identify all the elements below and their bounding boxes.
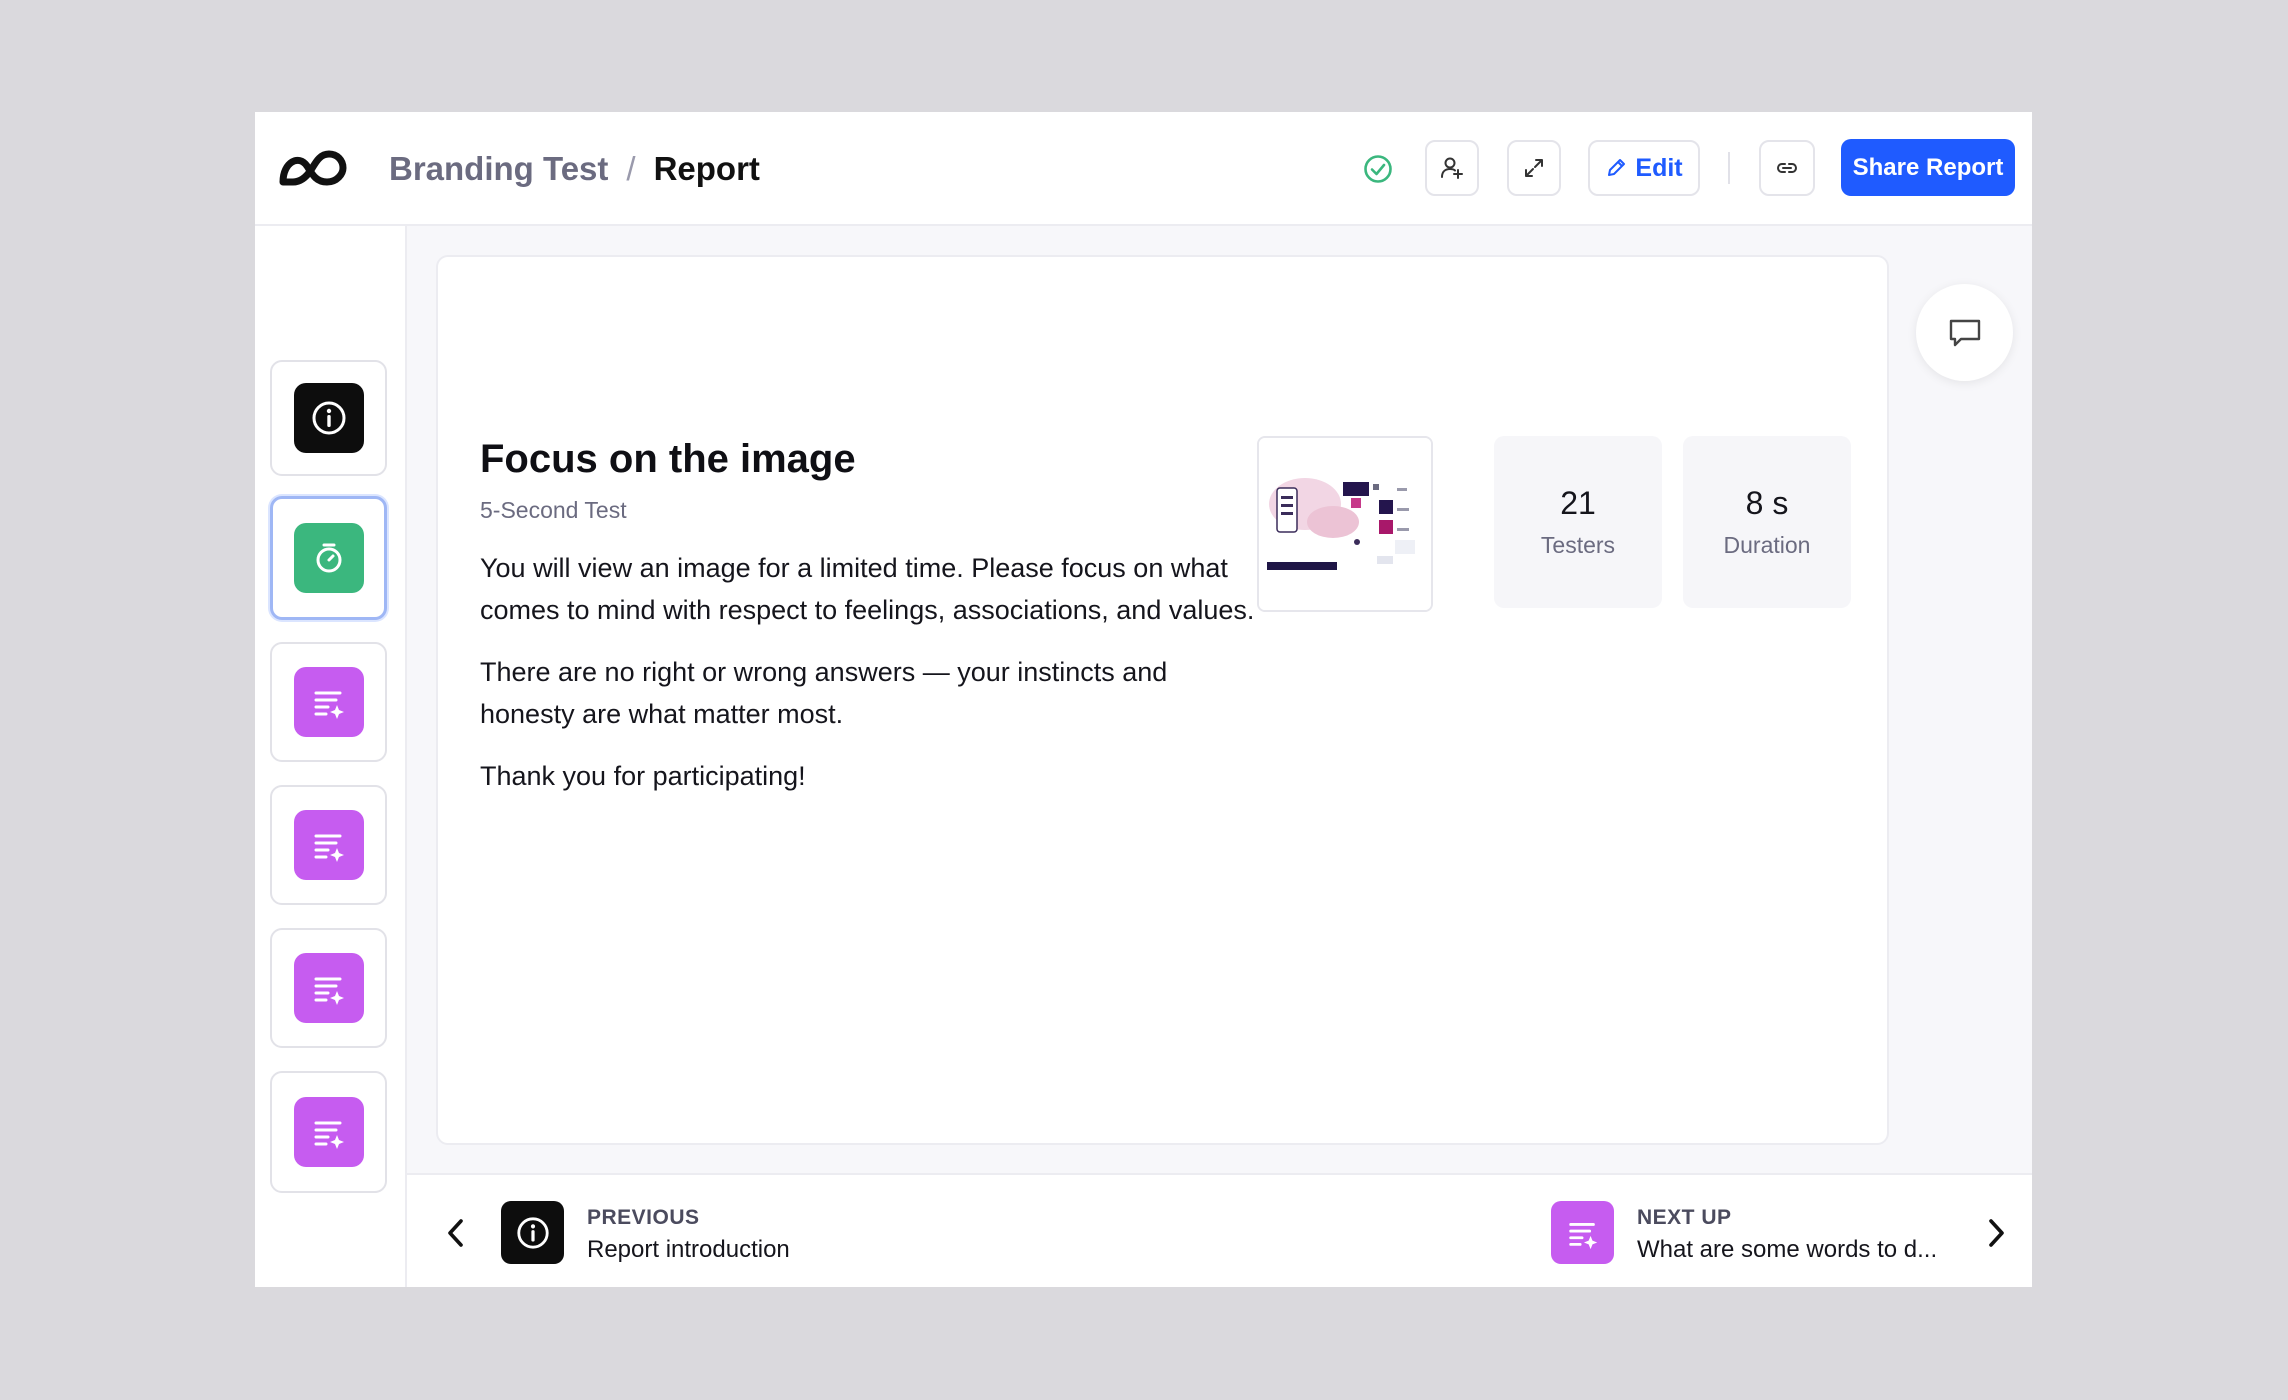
- link-icon: [1776, 163, 1798, 173]
- header-divider: [1728, 152, 1730, 184]
- app-window: Branding Test / Report Edit Share Report…: [255, 112, 2032, 1287]
- header: Branding Test / Report Edit Share Report: [255, 112, 2032, 226]
- stat-value: 21: [1560, 485, 1596, 521]
- text-question-icon: [314, 691, 344, 719]
- block-description: You will view an image for a limited tim…: [480, 547, 1260, 817]
- text-question-icon: [314, 834, 344, 862]
- breadcrumb-parent[interactable]: Branding Test: [389, 150, 608, 188]
- next-block-tile[interactable]: [1551, 1201, 1614, 1264]
- rail-item-question-4[interactable]: [270, 1071, 387, 1193]
- breadcrumb: Branding Test / Report: [389, 145, 760, 193]
- stat-label: Testers: [1540, 532, 1616, 558]
- thumbnail-image: [1259, 438, 1431, 610]
- rail-item-question-1[interactable]: [270, 642, 387, 762]
- breadcrumb-separator: /: [626, 150, 636, 187]
- rail-tile: [293, 523, 364, 593]
- next-block-title[interactable]: What are some words to d...: [1637, 1236, 1937, 1264]
- block-type: 5-Second Test: [480, 497, 627, 523]
- share-report-button[interactable]: Share Report: [1841, 139, 2015, 196]
- logo-icon[interactable]: [277, 146, 349, 190]
- chevron-left-icon[interactable]: [442, 1217, 470, 1249]
- comment-button[interactable]: [1916, 284, 2013, 381]
- rail-tile: [293, 1097, 364, 1167]
- stat-testers: 21 Testers: [1494, 436, 1662, 608]
- description-paragraph: There are no right or wrong answers — yo…: [480, 657, 1168, 729]
- text-question-icon: [1568, 1222, 1597, 1249]
- add-user-button[interactable]: [1425, 140, 1479, 196]
- previous-block-title[interactable]: Report introduction: [587, 1236, 790, 1264]
- block-title: Focus on the image: [480, 437, 856, 481]
- comment-icon: [1949, 319, 1980, 346]
- timer-icon: [316, 543, 341, 573]
- text-question-icon: [314, 977, 344, 1005]
- next-label: NEXT UP: [1637, 1206, 1732, 1229]
- edit-label: Edit: [1635, 153, 1683, 182]
- chevron-right-icon[interactable]: [1982, 1217, 2010, 1249]
- edit-button[interactable]: Edit: [1588, 140, 1700, 196]
- rail-tile: [293, 953, 364, 1023]
- text-question-icon: [314, 1121, 344, 1149]
- user-plus-icon: [1441, 157, 1463, 179]
- expand-icon: [1525, 159, 1543, 177]
- block-card: Focus on the image 5-Second Test You wil…: [436, 255, 1889, 1145]
- stat-label: Duration: [1723, 532, 1811, 558]
- rail-item-five-second-test[interactable]: [270, 496, 387, 620]
- previous-block-tile[interactable]: [501, 1201, 564, 1264]
- expand-button[interactable]: [1507, 140, 1561, 196]
- block-rail: [255, 226, 407, 1287]
- rail-item-question-3[interactable]: [270, 928, 387, 1048]
- description-paragraph: Thank you for participating!: [480, 761, 806, 791]
- stat-duration: 8 s Duration: [1683, 436, 1851, 608]
- rail-tile: [293, 810, 364, 880]
- rail-tile: [293, 383, 364, 453]
- breadcrumb-current: Report: [653, 150, 760, 187]
- rail-tile: [293, 667, 364, 737]
- test-image-thumbnail[interactable]: [1257, 436, 1433, 612]
- footer-navigation: PREVIOUS Report introduction NEXT UP Wha…: [407, 1173, 2032, 1287]
- info-icon: [516, 1216, 549, 1249]
- previous-label: PREVIOUS: [587, 1206, 700, 1229]
- rail-item-question-2[interactable]: [270, 785, 387, 905]
- stat-value: 8 s: [1745, 485, 1789, 521]
- pencil-icon: [1608, 159, 1626, 176]
- copy-link-button[interactable]: [1759, 140, 1815, 196]
- check-circle-icon: [1364, 155, 1392, 183]
- rail-item-info[interactable]: [270, 360, 387, 476]
- description-paragraph: You will view an image for a limited tim…: [480, 553, 1255, 625]
- info-icon: [312, 401, 345, 435]
